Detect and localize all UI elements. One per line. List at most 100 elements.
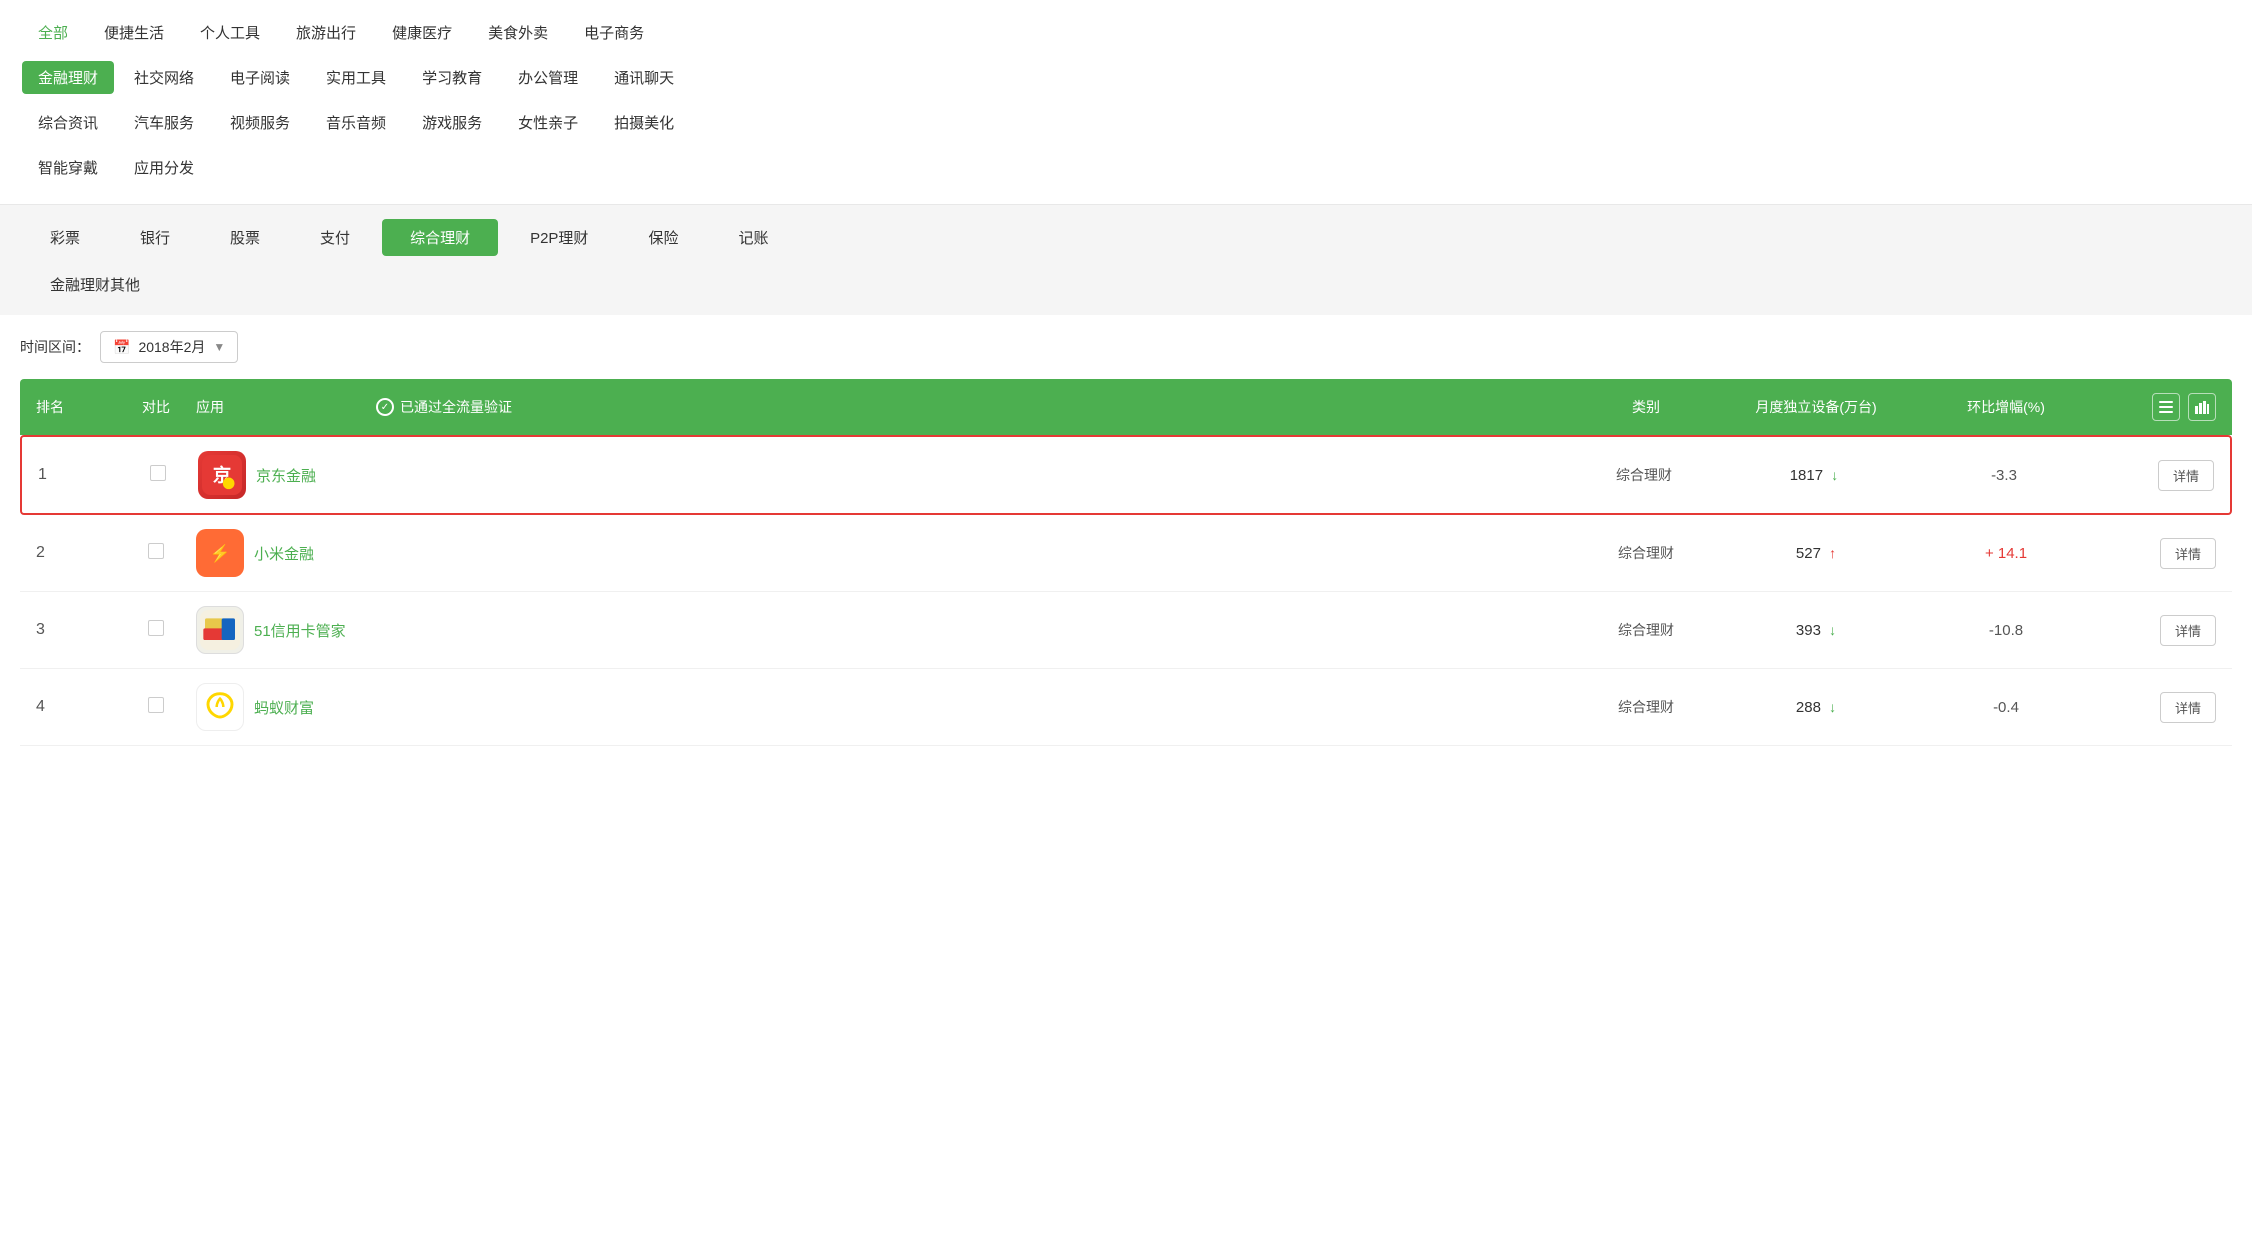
detail-button-1[interactable]: 详情	[2158, 460, 2214, 491]
svg-text:⚡: ⚡	[210, 543, 231, 564]
sub-nav-item-综合理财[interactable]: 综合理财	[382, 219, 498, 256]
time-select-box[interactable]: 📅 2018年2月 ▼	[100, 331, 238, 363]
detail-button-4[interactable]: 详情	[2160, 692, 2216, 723]
sub-nav-item-金融理财其他[interactable]: 金融理财其他	[22, 266, 168, 303]
sub-nav-item-支付[interactable]: 支付	[292, 219, 378, 256]
app-name-4[interactable]: 蚂蚁财富	[254, 697, 314, 718]
compare-checkbox-4[interactable]	[148, 697, 164, 713]
nav-item-社交网络[interactable]: 社交网络	[118, 61, 210, 94]
nav-item-综合资讯[interactable]: 综合资讯	[22, 106, 114, 139]
app-info-4: 蚂蚁财富	[196, 683, 376, 731]
sub-nav-item-银行[interactable]: 银行	[112, 219, 198, 256]
actions-1: 详情	[2094, 460, 2214, 491]
nav-row-4: 智能穿戴 应用分发	[20, 147, 2232, 188]
nav-row-3: 综合资讯 汽车服务 视频服务 音乐音频 游戏服务 女性亲子 拍摄美化	[20, 102, 2232, 143]
rank-4: 4	[36, 698, 116, 716]
nav-item-美食外卖[interactable]: 美食外卖	[472, 16, 564, 49]
compare-checkbox-1[interactable]	[150, 465, 166, 481]
trend-down-4: ↓	[1829, 699, 1836, 715]
trend-up-2: ↑	[1829, 545, 1836, 561]
sub-nav-item-保险[interactable]: 保险	[620, 219, 706, 256]
nav-item-实用工具[interactable]: 实用工具	[310, 61, 402, 94]
app-icon-ant	[196, 683, 244, 731]
growth-4: -0.4	[1916, 699, 2096, 716]
col-header-actions	[2096, 393, 2216, 421]
detail-button-2[interactable]: 详情	[2160, 538, 2216, 569]
col-header-compare: 对比	[116, 397, 196, 417]
nav-item-all[interactable]: 全部	[22, 16, 84, 49]
devices-1: 1817 ↓	[1714, 467, 1914, 484]
col-header-growth: 环比增幅(%)	[1916, 397, 2096, 417]
app-name-2[interactable]: 小米金融	[254, 543, 314, 564]
app-icon-jd: 京	[198, 451, 246, 499]
sub-nav-item-彩票[interactable]: 彩票	[22, 219, 108, 256]
nav-item-个人工具[interactable]: 个人工具	[184, 16, 276, 49]
nav-item-通讯聊天[interactable]: 通讯聊天	[598, 61, 690, 94]
sub-nav-item-记账[interactable]: 记账	[710, 219, 796, 256]
sub-nav-item-股票[interactable]: 股票	[202, 219, 288, 256]
table-container: 排名 对比 应用 ✓ 已通过全流量验证 类别 月度独立设备(万台) 环比增幅(%…	[0, 379, 2252, 766]
table-row-3: 3 51信用卡管家 综合理财	[20, 592, 2232, 669]
growth-1: -3.3	[1914, 467, 2094, 484]
nav-item-便捷生活[interactable]: 便捷生活	[88, 16, 180, 49]
category-1: 综合理财	[1574, 465, 1714, 485]
nav-item-学习教育[interactable]: 学习教育	[406, 61, 498, 94]
app-icon-51	[196, 606, 244, 654]
nav-item-应用分发[interactable]: 应用分发	[118, 151, 210, 184]
nav-item-拍摄美化[interactable]: 拍摄美化	[598, 106, 690, 139]
app-col-4: 蚂蚁财富	[196, 683, 376, 731]
table-row-4: 4 蚂蚁财富 综合理财 288 ↓	[20, 669, 2232, 746]
nav-item-音乐音频[interactable]: 音乐音频	[310, 106, 402, 139]
col-header-verified: ✓ 已通过全流量验证	[376, 397, 1576, 417]
app-name-1[interactable]: 京东金融	[256, 465, 316, 486]
nav-item-金融理财[interactable]: 金融理财	[22, 61, 114, 94]
nav-row-1: 全部 便捷生活 个人工具 旅游出行 健康医疗 美食外卖 电子商务	[20, 12, 2232, 53]
top-nav: 全部 便捷生活 个人工具 旅游出行 健康医疗 美食外卖 电子商务 金融理财 社交…	[0, 0, 2252, 204]
detail-button-3[interactable]: 详情	[2160, 615, 2216, 646]
col-header-app: 应用	[196, 397, 376, 417]
compare-4	[116, 697, 196, 717]
nav-item-健康医疗[interactable]: 健康医疗	[376, 16, 468, 49]
devices-4: 288 ↓	[1716, 699, 1916, 716]
compare-2	[116, 543, 196, 563]
time-selector: 时间区间： 📅 2018年2月 ▼	[0, 315, 2252, 379]
nav-item-旅游出行[interactable]: 旅游出行	[280, 16, 372, 49]
app-info-1: 京 京东金融	[198, 451, 378, 499]
app-icon-xiaomi: ⚡	[196, 529, 244, 577]
nav-item-智能穿戴[interactable]: 智能穿戴	[22, 151, 114, 184]
compare-checkbox-2[interactable]	[148, 543, 164, 559]
category-4: 综合理财	[1576, 697, 1716, 717]
app-info-2: ⚡ 小米金融	[196, 529, 376, 577]
rank-3: 3	[36, 621, 116, 639]
nav-item-电子阅读[interactable]: 电子阅读	[214, 61, 306, 94]
nav-row-2: 金融理财 社交网络 电子阅读 实用工具 学习教育 办公管理 通讯聊天	[20, 57, 2232, 98]
actions-2: 详情	[2096, 538, 2216, 569]
list-view-icon[interactable]	[2152, 393, 2180, 421]
chevron-down-icon: ▼	[213, 340, 225, 354]
nav-item-办公管理[interactable]: 办公管理	[502, 61, 594, 94]
sub-nav: 彩票 银行 股票 支付 综合理财 P2P理财 保险 记账 金融理财其他	[0, 205, 2252, 315]
app-info-3: 51信用卡管家	[196, 606, 376, 654]
nav-item-汽车服务[interactable]: 汽车服务	[118, 106, 210, 139]
time-value: 2018年2月	[138, 337, 205, 357]
nav-item-视频服务[interactable]: 视频服务	[214, 106, 306, 139]
compare-checkbox-3[interactable]	[148, 620, 164, 636]
app-name-3[interactable]: 51信用卡管家	[254, 620, 346, 641]
nav-item-游戏服务[interactable]: 游戏服务	[406, 106, 498, 139]
table-row-1: 1 京 京东金融 综合理财 1817	[20, 435, 2232, 515]
trend-down-1: ↓	[1831, 467, 1838, 483]
chart-view-icon[interactable]	[2188, 393, 2216, 421]
compare-3	[116, 620, 196, 640]
nav-item-女性亲子[interactable]: 女性亲子	[502, 106, 594, 139]
compare-1	[118, 465, 198, 485]
sub-nav-item-P2P理财[interactable]: P2P理财	[502, 219, 616, 256]
table-row-2: 2 ⚡ 小米金融 综合理财 527 ↑	[20, 515, 2232, 592]
col-header-rank: 排名	[36, 397, 116, 417]
col-header-devices: 月度独立设备(万台)	[1716, 397, 1916, 417]
rank-1: 1	[38, 466, 118, 484]
nav-item-电子商务[interactable]: 电子商务	[568, 16, 660, 49]
actions-3: 详情	[2096, 615, 2216, 646]
table-header: 排名 对比 应用 ✓ 已通过全流量验证 类别 月度独立设备(万台) 环比增幅(%…	[20, 379, 2232, 435]
calendar-icon: 📅	[113, 339, 130, 356]
app-col-3: 51信用卡管家	[196, 606, 376, 654]
